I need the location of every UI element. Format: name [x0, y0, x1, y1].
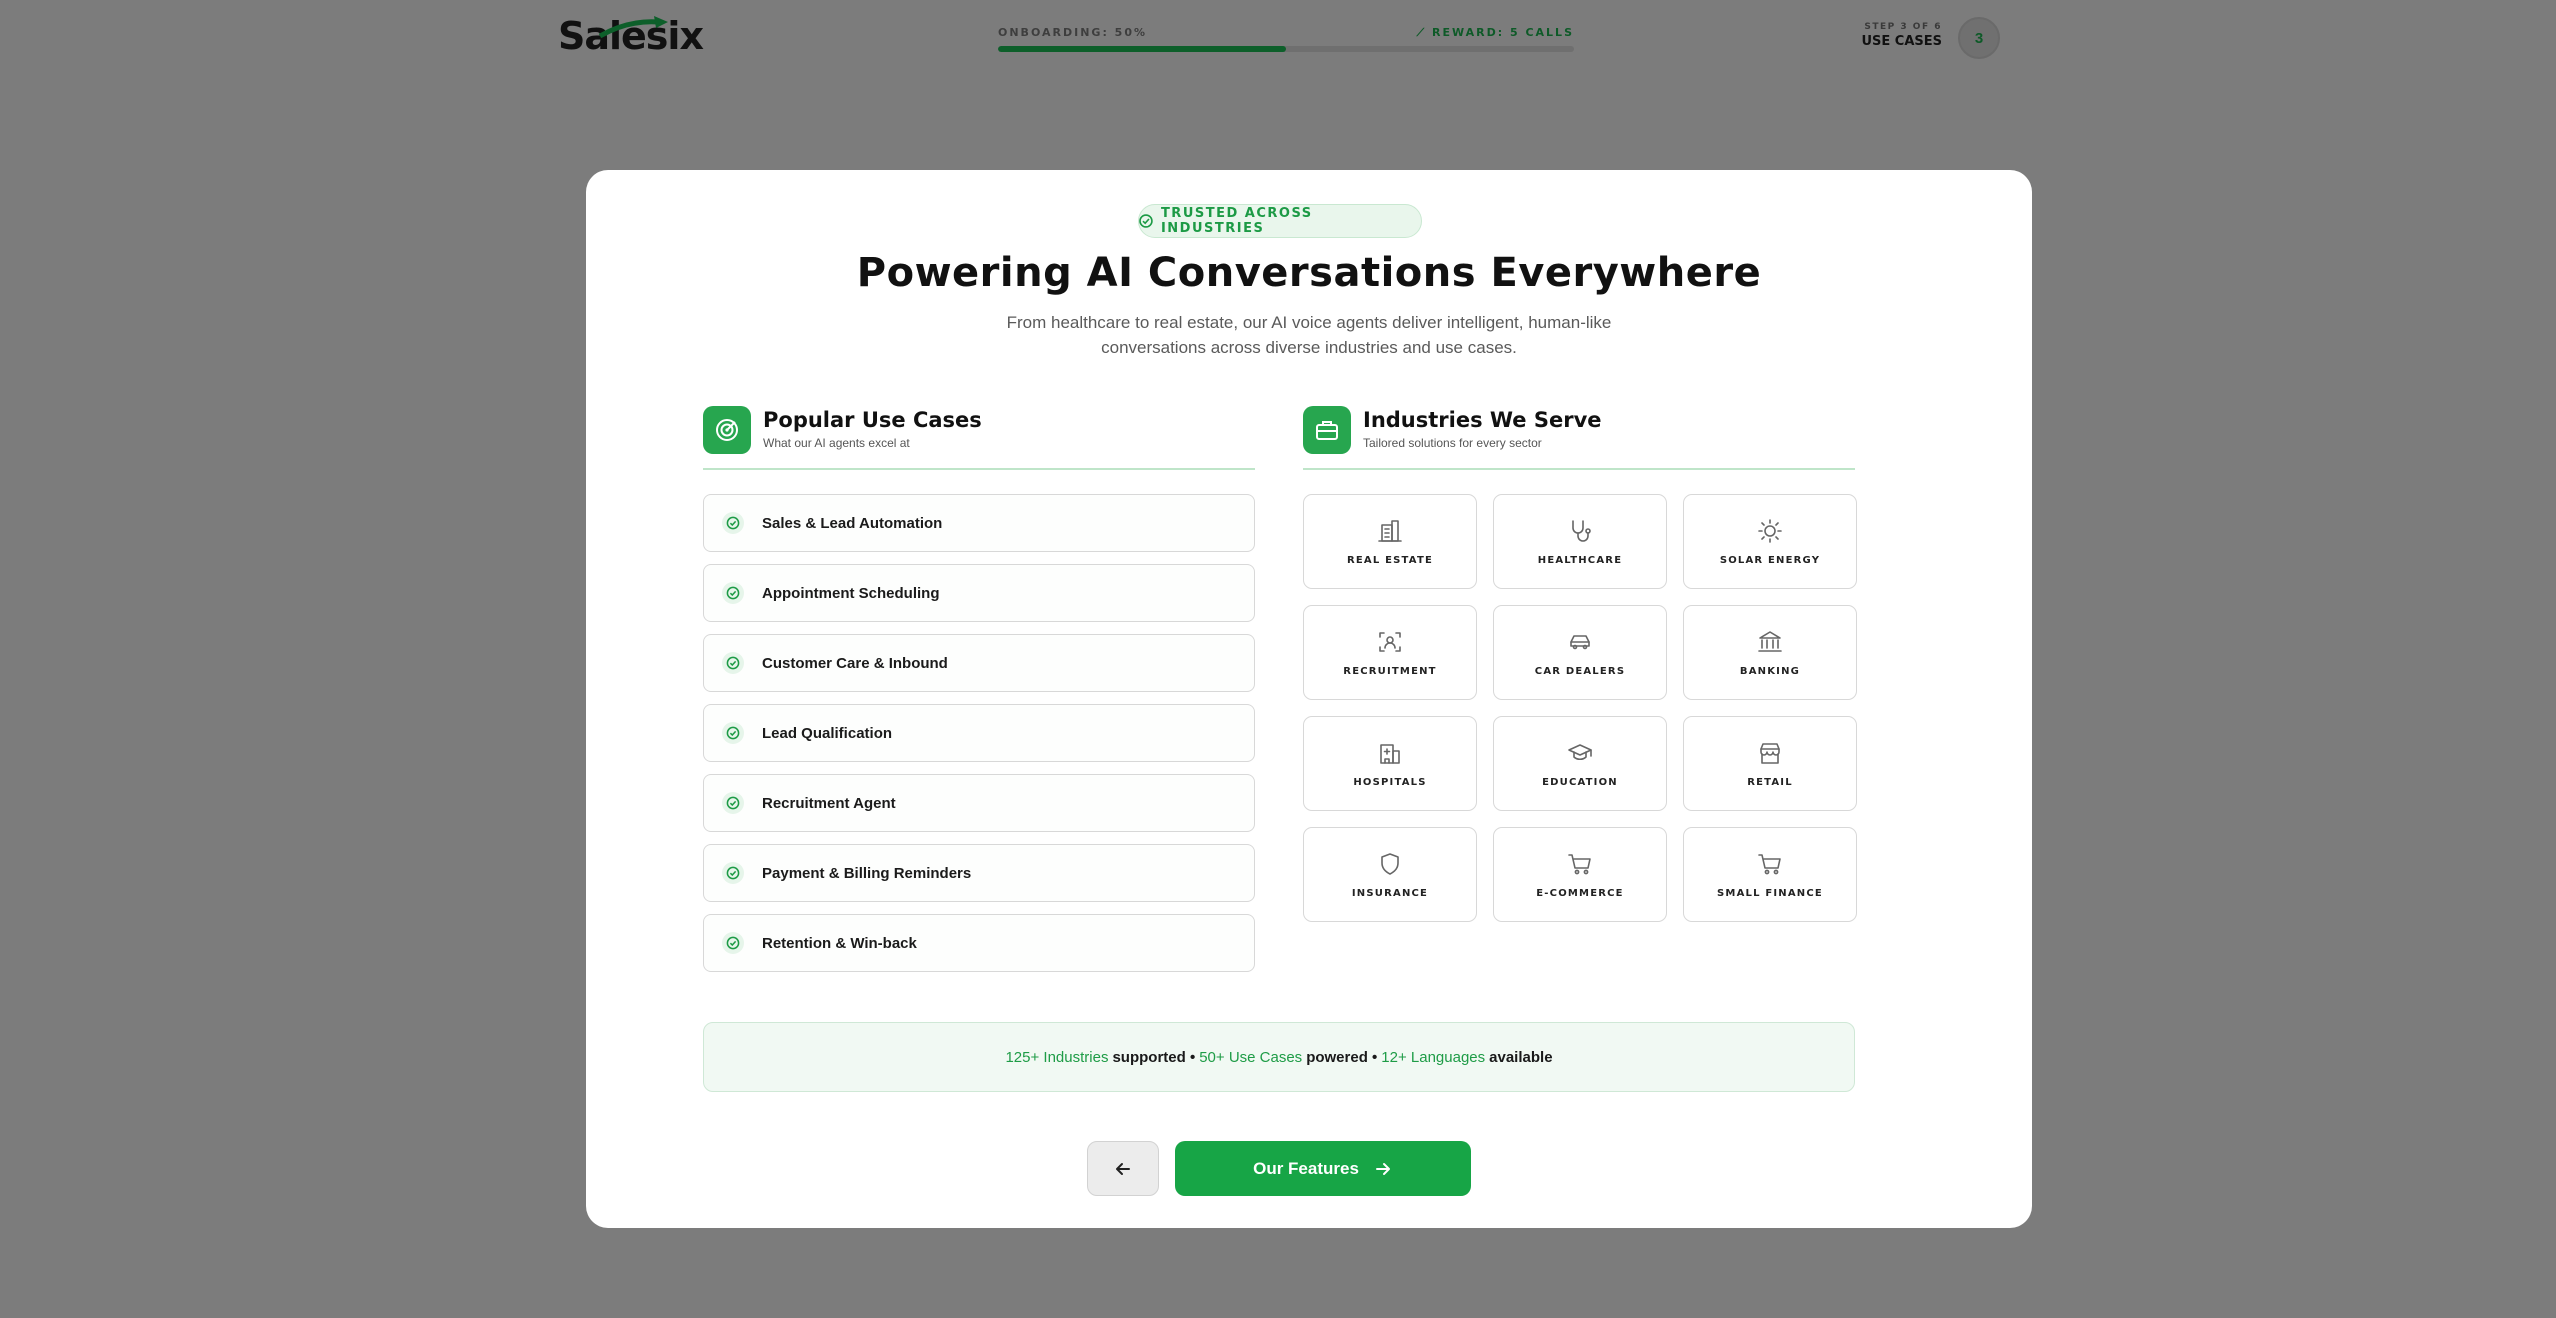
top-bar: Salesix ONBOARDING: 50% ⟋ REWARD: 5 CALL… [0, 0, 2556, 80]
industries-grid: REAL ESTATE HEALTHCARE SOLAR ENERGY RECRUIT… [1303, 494, 1857, 922]
industry-tile[interactable]: SOLAR ENERGY [1683, 494, 1857, 589]
stats-bar: 125+ Industries supported • 50+ Use Case… [703, 1022, 1855, 1092]
stat-use-cases-suffix: powered • [1306, 1048, 1378, 1066]
industry-label: RETAIL [1747, 777, 1793, 788]
use-case-item[interactable]: Recruitment Agent [703, 774, 1255, 832]
industry-tile[interactable]: BANKING [1683, 605, 1857, 700]
stat-languages: 12+ Languages [1381, 1048, 1486, 1066]
industry-tile[interactable]: RECRUITMENT [1303, 605, 1477, 700]
industry-tile[interactable]: SMALL FINANCE [1683, 827, 1857, 922]
car-icon [1570, 635, 1590, 650]
badge-text: TRUSTED ACROSS INDUSTRIES [1160, 206, 1313, 236]
cart-icon [1758, 854, 1781, 875]
reward-label: ⟋ REWARD: 5 CALLS [1416, 26, 1574, 40]
next-button-label: Our Features [1253, 1158, 1359, 1178]
briefcase-icon [1303, 406, 1351, 454]
use-case-item[interactable]: Retention & Win-back [703, 914, 1255, 972]
step-title: USE CASES [1861, 34, 1942, 49]
use-case-label: Appointment Scheduling [762, 584, 940, 602]
industry-tile[interactable]: HEALTHCARE [1493, 494, 1667, 589]
bank-icon [1758, 631, 1782, 652]
industry-tile[interactable]: INSURANCE [1303, 827, 1477, 922]
use-case-item[interactable]: Payment & Billing Reminders [703, 844, 1255, 902]
step-number-badge: 3 [1958, 17, 2000, 59]
industry-tile[interactable]: E-COMMERCE [1493, 827, 1667, 922]
building-icon [1378, 520, 1402, 542]
industry-tile[interactable]: HOSPITALS [1303, 716, 1477, 811]
check-circle-icon [722, 932, 744, 954]
check-circle-icon [722, 862, 744, 884]
use-cases-header: Popular Use Cases What our AI agents exc… [703, 406, 1255, 470]
store-icon [1760, 743, 1780, 764]
check-circle-icon [722, 792, 744, 814]
stat-languages-suffix: available [1489, 1048, 1553, 1066]
stat-use-cases: 50+ Use Cases [1199, 1048, 1303, 1066]
stethoscope-icon [1572, 520, 1591, 542]
industry-tile[interactable]: RETAIL [1683, 716, 1857, 811]
industries-title: Industries We Serve [1363, 408, 1602, 432]
industry-tile[interactable]: CAR DEALERS [1493, 605, 1667, 700]
modal-subtitle: From healthcare to real estate, our AI v… [1006, 313, 1612, 357]
industry-label: CAR DEALERS [1534, 666, 1626, 677]
step-count: STEP 3 OF 6 [1864, 22, 1942, 32]
shield-icon [1381, 853, 1399, 875]
industry-label: REAL ESTATE [1346, 555, 1434, 566]
industry-tile[interactable]: REAL ESTATE [1303, 494, 1477, 589]
check-circle-icon [722, 722, 744, 744]
industries-subtitle: Tailored solutions for every sector [1363, 436, 1542, 450]
stat-industries: 125+ Industries [1005, 1048, 1109, 1066]
industries-header: Industries We Serve Tailored solutions f… [1303, 406, 1855, 470]
arrow-right-icon [1375, 1162, 1390, 1175]
use-case-item[interactable]: Sales & Lead Automation [703, 494, 1255, 552]
back-button[interactable] [1087, 1141, 1159, 1196]
progress-fill [998, 46, 1286, 52]
industry-label: SOLAR ENERGY [1719, 555, 1821, 566]
check-circle-icon [722, 512, 744, 534]
logo-swoosh-icon [598, 16, 668, 39]
our-features-button[interactable]: Our Features [1175, 1141, 1471, 1196]
industry-label: INSURANCE [1351, 888, 1429, 899]
use-cases-section: Popular Use Cases What our AI agents exc… [703, 406, 1255, 984]
use-cases-list: Sales & Lead Automation Appointment Sched… [703, 494, 1255, 972]
tag-icon: ⟋ [1416, 26, 1427, 39]
use-case-label: Retention & Win-back [762, 934, 917, 952]
use-case-label: Lead Qualification [762, 724, 893, 742]
industry-label: EDUCATION [1542, 777, 1618, 788]
use-case-label: Recruitment Agent [762, 794, 896, 812]
industries-section: Industries We Serve Tailored solutions f… [1303, 406, 1857, 922]
industry-label: BANKING [1739, 666, 1801, 677]
modal-title: Powering AI Conversations Everywhere [856, 250, 1762, 296]
trusted-badge: TRUSTED ACROSS INDUSTRIES [1138, 204, 1422, 238]
hospital-icon [1380, 744, 1400, 764]
user-scan-icon [1379, 632, 1401, 652]
use-case-label: Sales & Lead Automation [762, 514, 943, 532]
industry-label: HEALTHCARE [1537, 555, 1623, 566]
industry-label: HOSPITALS [1353, 777, 1427, 788]
sun-icon [1758, 519, 1782, 543]
use-case-label: Customer Care & Inbound [762, 654, 948, 672]
industry-label: SMALL FINANCE [1717, 888, 1823, 899]
industry-label: RECRUITMENT [1343, 666, 1437, 677]
progress-track [998, 46, 1574, 52]
graduation-cap-icon [1568, 744, 1592, 761]
target-icon [703, 406, 751, 454]
use-case-item[interactable]: Appointment Scheduling [703, 564, 1255, 622]
check-circle-icon [1139, 214, 1153, 228]
reward-text: REWARD: 5 CALLS [1432, 26, 1574, 39]
arrow-left-icon [1116, 1162, 1130, 1175]
use-cases-modal: TRUSTED ACROSS INDUSTRIES Powering AI Co… [586, 170, 2032, 1228]
check-circle-icon [722, 652, 744, 674]
use-case-item[interactable]: Customer Care & Inbound [703, 634, 1255, 692]
use-case-label: Payment & Billing Reminders [762, 864, 972, 882]
onboarding-progress: ONBOARDING: 50% ⟋ REWARD: 5 CALLS [998, 26, 1574, 52]
stat-industries-suffix: supported • [1112, 1048, 1196, 1066]
use-cases-subtitle: What our AI agents excel at [763, 436, 910, 450]
step-indicator: STEP 3 OF 6 USE CASES [1861, 22, 1942, 49]
check-circle-icon [722, 582, 744, 604]
cart-icon [1568, 854, 1591, 875]
industry-label: E-COMMERCE [1536, 888, 1624, 899]
use-case-item[interactable]: Lead Qualification [703, 704, 1255, 762]
industry-tile[interactable]: EDUCATION [1493, 716, 1667, 811]
use-cases-title: Popular Use Cases [763, 408, 982, 432]
